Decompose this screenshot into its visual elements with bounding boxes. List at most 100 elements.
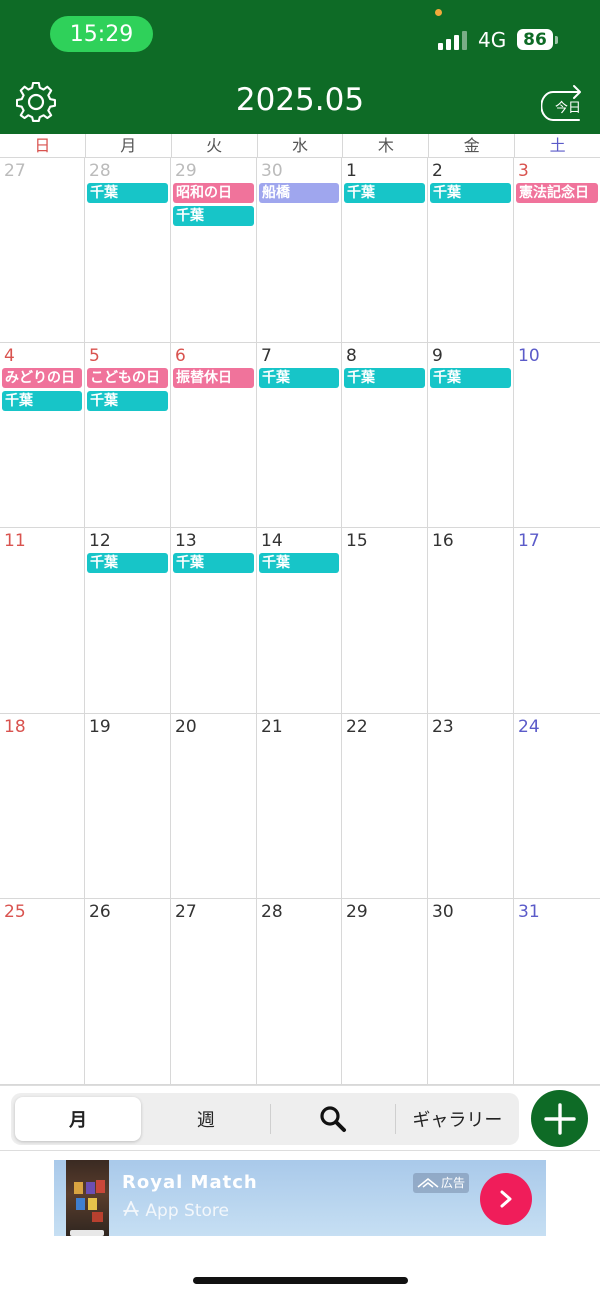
day-cell[interactable]: 20 [171,714,257,899]
day-number: 5 [89,346,100,366]
day-number: 24 [518,717,540,737]
tab-month-label: 月 [69,1110,88,1131]
today-button[interactable]: 今日 [541,82,585,124]
day-cell[interactable]: 2 千葉 [428,158,514,343]
event-chip[interactable]: 昭和の日 [173,183,254,203]
day-cell[interactable]: 28 千葉 [85,158,171,343]
add-event-button[interactable] [531,1090,588,1147]
tab-week[interactable]: 週 [141,1097,270,1141]
ad-title: Royal Match [122,1172,258,1193]
battery-tip [555,36,558,44]
day-cell[interactable]: 7 千葉 [257,343,342,528]
day-cell[interactable]: 30 [428,899,514,1085]
event-chip[interactable]: 千葉 [87,183,168,203]
event-chip[interactable]: 千葉 [430,368,511,388]
day-cell[interactable]: 25 [0,899,85,1085]
search-icon [320,1106,347,1132]
day-cell[interactable]: 6 振替休日 [171,343,257,528]
weekday-sun: 日 [0,134,86,157]
ad-app-thumbnail [66,1160,109,1236]
day-number: 6 [175,346,186,366]
event-chip[interactable]: 憲法記念日 [516,183,598,203]
day-number: 9 [432,346,443,366]
day-cell[interactable]: 21 [257,714,342,899]
day-cell[interactable]: 11 [0,528,85,714]
weekday-sat: 土 [549,136,566,155]
home-indicator [193,1277,408,1284]
calendar-grid: 27 28 千葉 29 昭和の日 千葉 30 船橋 1 千葉 2 千葉 3 憲法記念日 4 みどりの日 千葉 5 こ… [0,158,600,1085]
tab-search[interactable] [271,1097,394,1141]
day-cell[interactable]: 8 千葉 [342,343,428,528]
day-number: 18 [4,717,26,737]
event-chip[interactable]: 船橋 [259,183,339,203]
day-cell[interactable]: 23 [428,714,514,899]
day-number: 16 [432,531,454,551]
event-chip[interactable]: 千葉 [344,368,425,388]
day-number: 2 [432,161,443,181]
day-cell[interactable]: 18 [0,714,85,899]
day-number: 1 [346,161,357,181]
day-number: 27 [4,161,26,181]
day-cell[interactable]: 24 [514,714,600,899]
event-chip[interactable]: みどりの日 [2,368,82,388]
app-header: 2025.05 今日 [0,74,600,134]
day-cell[interactable]: 16 [428,528,514,714]
day-number: 30 [432,902,454,922]
plus-icon [543,1102,576,1135]
day-cell[interactable]: 28 [257,899,342,1085]
day-number: 30 [261,161,283,181]
ad-badge-label: 広告 [440,1176,465,1190]
day-number: 28 [261,902,283,922]
day-number: 14 [261,531,283,551]
day-cell[interactable]: 10 [514,343,600,528]
today-label: 今日 [555,101,582,116]
day-cell[interactable]: 22 [342,714,428,899]
weekday-mon: 月 [86,134,172,157]
day-cell[interactable]: 31 [514,899,600,1085]
day-cell[interactable]: 14 千葉 [257,528,342,714]
day-cell[interactable]: 27 [0,158,85,343]
event-chip[interactable]: 千葉 [87,391,168,411]
day-number: 7 [261,346,272,366]
day-cell[interactable]: 9 千葉 [428,343,514,528]
day-cell[interactable]: 5 こどもの日千葉 [85,343,171,528]
tab-month[interactable]: 月 [15,1097,142,1141]
day-number: 28 [89,161,111,181]
ad-open-button[interactable] [480,1173,532,1225]
event-chip[interactable]: こどもの日 [87,368,168,388]
day-cell[interactable]: 30 船橋 [257,158,342,343]
event-chip[interactable]: 千葉 [259,368,339,388]
day-number: 29 [346,902,368,922]
event-chip[interactable]: 千葉 [173,206,254,226]
day-cell[interactable]: 26 [85,899,171,1085]
day-cell[interactable]: 19 [85,714,171,899]
event-chip[interactable]: 千葉 [173,553,254,573]
event-chip[interactable]: 千葉 [430,183,511,203]
day-cell[interactable]: 17 [514,528,600,714]
event-chip[interactable]: 千葉 [87,553,168,573]
day-number: 29 [175,161,197,181]
day-cell[interactable]: 3 憲法記念日 [514,158,600,343]
settings-button[interactable] [15,81,58,124]
event-chip[interactable]: 千葉 [259,553,339,573]
day-number: 15 [346,531,368,551]
day-cell[interactable]: 29 [342,899,428,1085]
day-number: 31 [518,902,540,922]
weekday-thu: 木 [343,134,430,157]
signal-icon [438,31,467,50]
day-cell[interactable]: 12 千葉 [85,528,171,714]
tab-gallery[interactable]: ギャラリー [396,1097,519,1141]
day-cell[interactable]: 4 みどりの日 千葉 [0,343,85,528]
day-cell[interactable]: 1 千葉 [342,158,428,343]
day-number: 23 [432,717,454,737]
event-chip[interactable]: 千葉 [2,391,82,411]
day-cell[interactable]: 13 千葉 [171,528,257,714]
event-chip[interactable]: 振替休日 [173,368,254,388]
day-cell[interactable]: 29 昭和の日千葉 [171,158,257,343]
day-cell[interactable]: 15 [342,528,428,714]
day-number: 3 [518,161,529,181]
ad-banner[interactable]: Royal Match App Store 広告 [54,1160,546,1236]
day-number: 10 [518,346,540,366]
day-cell[interactable]: 27 [171,899,257,1085]
event-chip[interactable]: 千葉 [344,183,425,203]
